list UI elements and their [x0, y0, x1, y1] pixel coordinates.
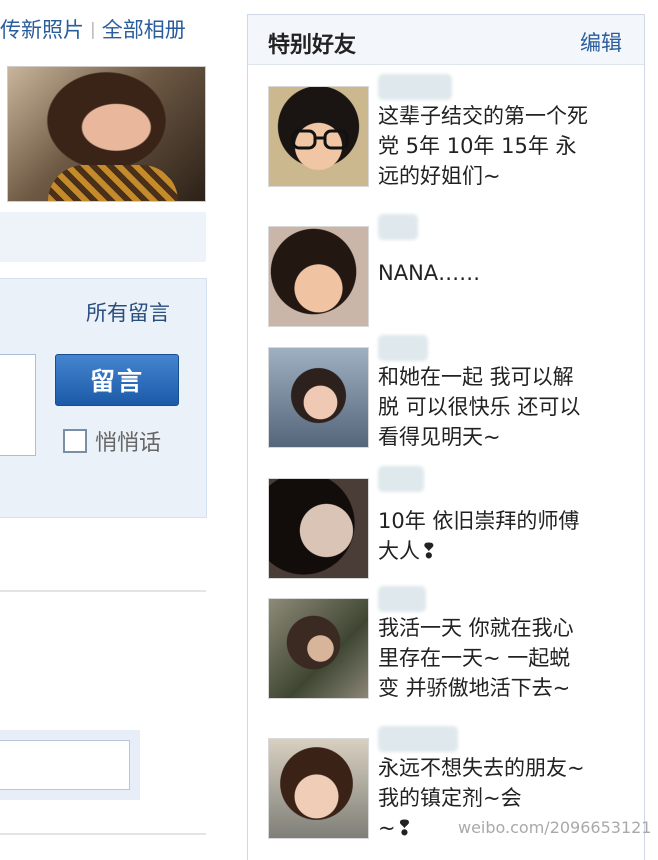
left-column: 传新照片 | 全部相册 所有留言 留言 悄悄话: [0, 0, 232, 860]
panel-header: 特别好友 编辑: [248, 15, 644, 65]
friend-message: 这辈子结交的第一个死 党 5年 10年 15年 永 远的好姐们~: [378, 104, 588, 188]
whisper-option[interactable]: 悄悄话: [63, 425, 161, 457]
friend-message: 和她在一起 我可以解 脱 可以很快乐 还可以 看得见明天~: [378, 365, 581, 449]
friend-avatar[interactable]: [268, 347, 369, 448]
leave-message-button[interactable]: 留言: [55, 354, 179, 406]
special-friends-panel: 特别好友 编辑 这辈子结交的第一个死 党 5年 10年 15年 永 远的好姐们~…: [247, 14, 645, 860]
divider-line: [0, 590, 206, 592]
edit-link[interactable]: 编辑: [580, 27, 622, 57]
friend-avatar[interactable]: [268, 738, 369, 839]
divider-line-bottom: [0, 833, 206, 835]
whisper-checkbox[interactable]: [63, 429, 87, 453]
weibo-watermark: weibo.com/2096653121: [458, 818, 652, 837]
friend-avatar[interactable]: [268, 226, 369, 327]
friend-avatar[interactable]: [268, 598, 369, 699]
photo-shirt-pattern: [48, 165, 178, 201]
friend-message: 10年 依旧崇拜的师傅 大人❢: [378, 509, 580, 563]
friend-name-blurred[interactable]: [378, 214, 418, 240]
panel-title: 特别好友: [268, 33, 357, 58]
photo-links: 传新照片 | 全部相册: [0, 14, 186, 44]
profile-photo[interactable]: [7, 66, 206, 202]
message-textarea[interactable]: [0, 354, 36, 456]
glasses-graphic: [291, 129, 349, 150]
friend-name-blurred[interactable]: [378, 466, 424, 492]
friend-message: NANA……: [378, 261, 481, 285]
friend-avatar[interactable]: [268, 86, 369, 187]
link-separator: |: [90, 20, 96, 40]
upload-photo-link[interactable]: 传新照片: [0, 18, 84, 42]
all-albums-link[interactable]: 全部相册: [102, 18, 186, 42]
guestbook-panel: 所有留言 留言 悄悄话: [0, 278, 207, 518]
all-messages-link[interactable]: 所有留言: [86, 297, 170, 327]
friend-message: 我活一天 你就在我心 里存在一天~ 一起蜕 变 并骄傲地活下去~: [378, 616, 574, 700]
section-divider-band: [0, 212, 206, 262]
friend-name-blurred[interactable]: [378, 726, 458, 752]
friend-name-blurred[interactable]: [378, 335, 428, 361]
friend-name-blurred[interactable]: [378, 586, 426, 612]
whisper-label: 悄悄话: [95, 431, 162, 456]
friend-avatar[interactable]: [268, 478, 369, 579]
friend-name-blurred[interactable]: [378, 74, 452, 100]
comment-input[interactable]: [0, 740, 130, 790]
